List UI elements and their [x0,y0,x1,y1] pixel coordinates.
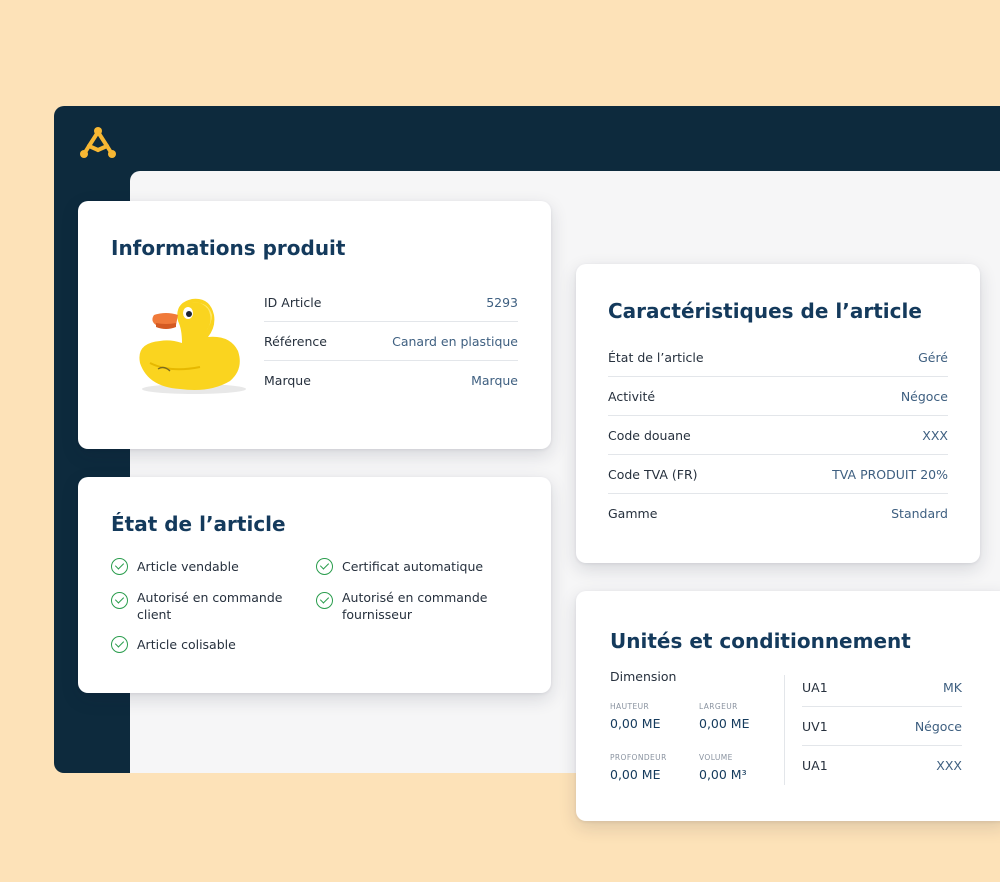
state-item: Article vendable [111,558,239,575]
state-item-label: Autorisé en commande fournisseur [342,590,488,622]
check-circle-icon [111,592,128,609]
dimension-width: LARGEUR 0,00 ME [699,702,750,731]
carac-value: TVA PRODUIT 20% [832,466,948,482]
carac-value: Négoce [900,388,948,404]
info-row-marque: Marque Marque [264,361,518,400]
unit-key: UA1 [802,758,828,773]
units-title: Unités et conditionnement [610,629,911,653]
info-value: 5293 [486,294,518,310]
article-state-card: État de l’article Article vendable Certi… [78,477,551,693]
article-state-title: État de l’article [111,512,286,536]
state-item-label: Certificat automatique [342,559,484,574]
unit-row: UA1 XXX [802,746,962,785]
units-list: UA1 MK UV1 Négoce UA1 XXX [802,668,962,785]
check-circle-icon [111,636,128,653]
dimension-value: 0,00 M³ [699,767,747,782]
dimension-depth: PROFONDEUR 0,00 ME [610,753,667,782]
info-key: Référence [264,333,327,349]
dimension-caption: PROFONDEUR [610,753,667,762]
state-item: Autorisé en commande client [111,589,291,623]
check-circle-icon [316,592,333,609]
carac-value: XXX [922,427,948,443]
molecule-logo-icon[interactable] [80,124,116,160]
check-circle-icon [316,558,333,575]
state-item-label: Article vendable [137,559,239,574]
carac-key: Code TVA (FR) [608,466,698,482]
info-value: Canard en plastique [392,333,518,349]
carac-key: Gamme [608,506,658,521]
product-info-card: Informations produit ID Article 5293 Réf… [78,201,551,449]
unit-value: Négoce [914,718,962,734]
unit-key: UA1 [802,679,828,695]
vertical-divider [784,675,785,785]
carac-key: État de l’article [608,349,704,365]
unit-value: XXX [936,758,962,773]
state-item: Certificat automatique [316,558,483,575]
carac-row: Activité Négoce [608,377,948,416]
dimension-value: 0,00 ME [610,767,661,782]
carac-value: Géré [918,349,948,365]
state-item: Article colisable [111,636,236,653]
info-row-reference: Référence Canard en plastique [264,322,518,361]
dimension-height: HAUTEUR 0,00 ME [610,702,661,731]
state-item: Autorisé en commande fournisseur [316,589,506,623]
carac-value: Standard [891,506,948,521]
check-circle-icon [111,558,128,575]
carac-row: Gamme Standard [608,494,948,533]
dimension-label: Dimension [610,669,677,684]
unit-key: UV1 [802,718,828,734]
dimension-value: 0,00 ME [699,716,750,731]
product-info-list: ID Article 5293 Référence Canard en plas… [264,283,518,400]
state-item-label: Article colisable [137,637,236,652]
unit-row: UV1 Négoce [802,707,962,746]
characteristics-list: État de l’article Géré Activité Négoce C… [608,338,948,533]
rubber-duck-image [139,298,246,394]
info-key: ID Article [264,294,322,310]
dimension-caption: LARGEUR [699,702,738,711]
characteristics-title: Caractéristiques de l’article [608,299,922,323]
carac-row: État de l’article Géré [608,338,948,377]
state-item-label: Autorisé en commande client [137,590,283,622]
units-packaging-card: Unités et conditionnement Dimension HAUT… [576,591,1000,821]
carac-key: Activité [608,388,656,404]
info-row-id: ID Article 5293 [264,283,518,322]
unit-row: UA1 MK [802,668,962,707]
carac-key: Code douane [608,427,691,443]
dimension-value: 0,00 ME [610,716,661,731]
unit-value: MK [943,679,962,695]
dimension-caption: VOLUME [699,753,733,762]
info-value: Marque [471,373,518,388]
article-characteristics-card: Caractéristiques de l’article État de l’… [576,264,980,563]
product-info-title: Informations produit [111,236,346,260]
carac-row: Code douane XXX [608,416,948,455]
dimension-volume: VOLUME 0,00 M³ [699,753,747,782]
info-key: Marque [264,373,311,388]
carac-row: Code TVA (FR) TVA PRODUIT 20% [608,455,948,494]
dimension-caption: HAUTEUR [610,702,650,711]
